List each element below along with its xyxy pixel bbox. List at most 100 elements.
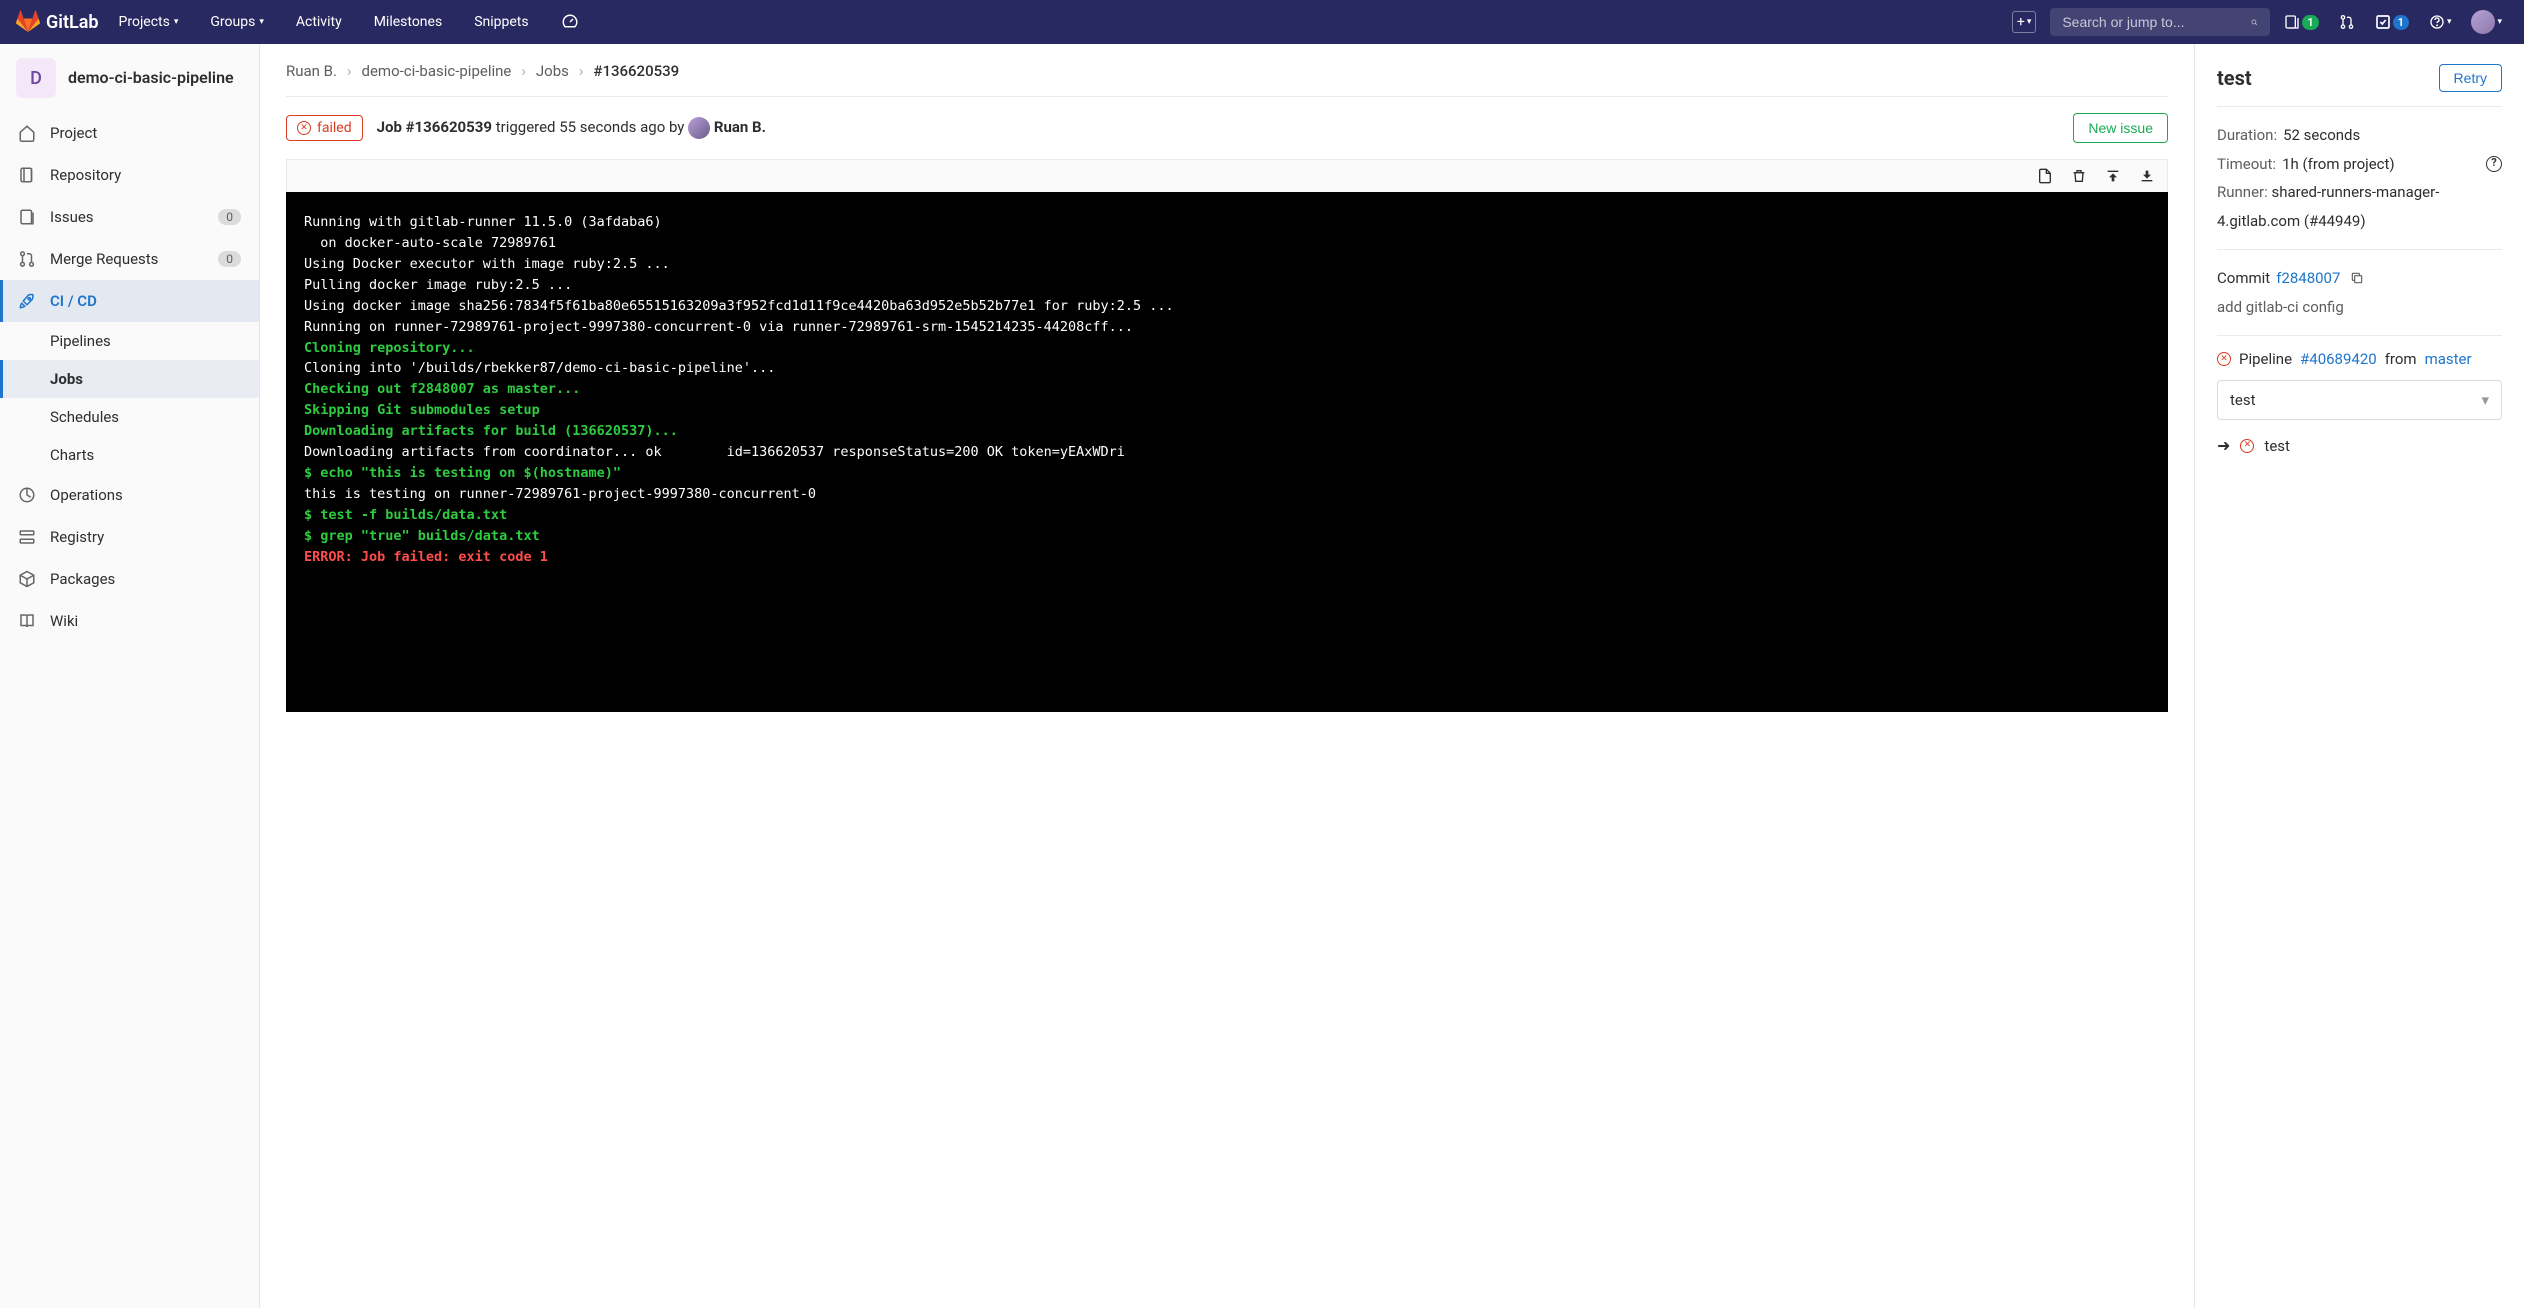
brand-name: GitLab [46, 12, 99, 33]
stage-job-row[interactable]: ➜ ✕ test [2217, 436, 2502, 455]
nav-projects[interactable]: Projects ▾ [107, 0, 191, 44]
trash-icon [2071, 168, 2087, 184]
failed-icon: ✕ [2217, 352, 2231, 366]
sidebar-item-merge-requests[interactable]: Merge Requests 0 [0, 238, 259, 280]
job-log[interactable]: Running with gitlab-runner 11.5.0 (3afda… [286, 192, 2168, 712]
sidebar-subitem-jobs[interactable]: Jobs [0, 360, 259, 398]
sidebar-mr-count: 0 [218, 251, 241, 267]
packages-icon [18, 570, 36, 588]
sidebar-item-label: Merge Requests [50, 250, 158, 268]
stage-job-name: test [2264, 437, 2290, 455]
nav-todos[interactable]: 1 [2369, 14, 2415, 30]
breadcrumb-section[interactable]: Jobs [536, 62, 569, 80]
search-box[interactable] [2050, 8, 2270, 36]
scroll-top-button[interactable] [2105, 168, 2121, 184]
breadcrumb-current: #136620539 [593, 62, 679, 80]
info-icon[interactable]: ? [2486, 156, 2502, 172]
timeout-value: 1h (from project) [2282, 150, 2395, 179]
scroll-topop-icon [2105, 168, 2121, 184]
sidebar-item-cicd[interactable]: CI / CD [0, 280, 259, 322]
nav-user-menu[interactable]: ▾ [2465, 10, 2508, 34]
sidebar-subitem-pipelines[interactable]: Pipelines [0, 322, 259, 360]
user-avatar [688, 117, 710, 139]
sidebar-item-issues[interactable]: Issues 0 [0, 196, 259, 238]
brand-logo[interactable]: GitLab [16, 10, 99, 34]
sidebar-subitem-schedules[interactable]: Schedules [0, 398, 259, 436]
todos-count-badge: 1 [2393, 15, 2409, 30]
sidebar-item-operations[interactable]: Operations [0, 474, 259, 516]
commit-sha-link[interactable]: f2848007 [2276, 264, 2340, 293]
commit-label: Commit [2217, 264, 2270, 293]
breadcrumb-user[interactable]: Ruan B. [286, 62, 337, 80]
pipeline-row: ✕ Pipeline #40689420 from master [2217, 350, 2502, 368]
sidebar-item-project[interactable]: Project [0, 112, 259, 154]
arrow-right-icon: ➜ [2217, 436, 2230, 455]
nav-activity[interactable]: Activity [284, 0, 354, 44]
timeout-row: Timeout: 1h (from project) ? [2217, 150, 2502, 179]
erase-log-button[interactable] [2071, 168, 2087, 184]
nav-snippets[interactable]: Snippets [462, 0, 540, 44]
sidebar-subitem-charts[interactable]: Charts [0, 436, 259, 474]
copy-sha-button[interactable] [2350, 271, 2364, 285]
sidebar-item-label: Project [50, 124, 97, 142]
nav-milestones[interactable]: Milestones [362, 0, 455, 44]
divider [2217, 249, 2502, 250]
main-content: Ruan B. › demo-ci-basic-pipeline › Jobs … [260, 44, 2194, 1308]
issues-icon [18, 208, 36, 226]
chevron-down-icon: ▾ [2027, 17, 2032, 27]
search-input[interactable] [2062, 14, 2243, 30]
nav-merge-requests[interactable] [2333, 14, 2361, 30]
sidebar-item-packages[interactable]: Packages [0, 558, 259, 600]
sidebar-item-repository[interactable]: Repository [0, 154, 259, 196]
sidebar-item-label: Issues [50, 208, 94, 226]
retry-button[interactable]: Retry [2439, 64, 2502, 92]
search-icon [2251, 15, 2258, 30]
show-raw-button[interactable] [2037, 168, 2053, 184]
pipeline-from-text: from [2385, 350, 2417, 368]
chevron-right-icon: › [521, 62, 526, 80]
copy-icon [2350, 271, 2364, 285]
job-user[interactable]: Ruan B. [714, 118, 766, 136]
new-issue-button[interactable]: New issue [2073, 113, 2168, 143]
repository-icon [18, 166, 36, 184]
nav-issues[interactable]: 1 [2278, 14, 2324, 30]
nav-help[interactable]: ▾ [2423, 14, 2458, 30]
project-name: demo-ci-basic-pipeline [68, 68, 234, 89]
sidebar-item-label: Registry [50, 528, 104, 546]
duration-value: 52 seconds [2283, 121, 2360, 150]
branch-link[interactable]: master [2425, 350, 2472, 368]
merge-request-icon [2339, 14, 2355, 30]
pipeline-link[interactable]: #40689420 [2300, 350, 2377, 368]
runner-row: Runner: shared-runners-manager-4.gitlab.… [2217, 178, 2502, 235]
breadcrumb-project[interactable]: demo-ci-basic-pipeline [362, 62, 512, 80]
job-sidebar-header: test Retry [2217, 64, 2502, 92]
navbar: GitLab Projects ▾ Groups ▾ Activity Mile… [0, 0, 2524, 44]
project-avatar: D [16, 58, 56, 98]
pipeline-label: Pipeline [2239, 350, 2292, 368]
nav-new-dropdown[interactable]: + ▾ [2006, 11, 2042, 33]
stage-dropdown[interactable]: test ▾ [2217, 380, 2502, 420]
plus-icon: + [2017, 14, 2025, 30]
sidebar-item-registry[interactable]: Registry [0, 516, 259, 558]
divider [2217, 335, 2502, 336]
nav-groups[interactable]: Groups ▾ [198, 0, 275, 44]
duration-row: Duration: 52 seconds [2217, 121, 2502, 150]
commit-row: Commit f2848007 [2217, 264, 2502, 293]
scroll-bottom-button[interactable] [2139, 168, 2155, 184]
status-badge-failed: ✕ failed [286, 115, 363, 141]
nav-performance[interactable] [549, 0, 591, 44]
sidebar-item-label: Wiki [50, 612, 78, 630]
todos-icon [2375, 14, 2391, 30]
gitlab-icon [16, 10, 40, 34]
sidebar-item-wiki[interactable]: Wiki [0, 600, 259, 642]
divider [2217, 106, 2502, 107]
operations-icon [18, 486, 36, 504]
issues-icon [2284, 14, 2300, 30]
issues-count-badge: 1 [2302, 15, 2318, 30]
project-header[interactable]: D demo-ci-basic-pipeline [0, 44, 259, 112]
layout: D demo-ci-basic-pipeline Project Reposit… [0, 44, 2524, 1308]
job-header: ✕ failed Job #136620539 triggered 55 sec… [286, 113, 2168, 143]
rocket-icon [18, 292, 36, 310]
chevron-right-icon: › [579, 62, 584, 80]
timeout-label: Timeout: [2217, 150, 2276, 179]
